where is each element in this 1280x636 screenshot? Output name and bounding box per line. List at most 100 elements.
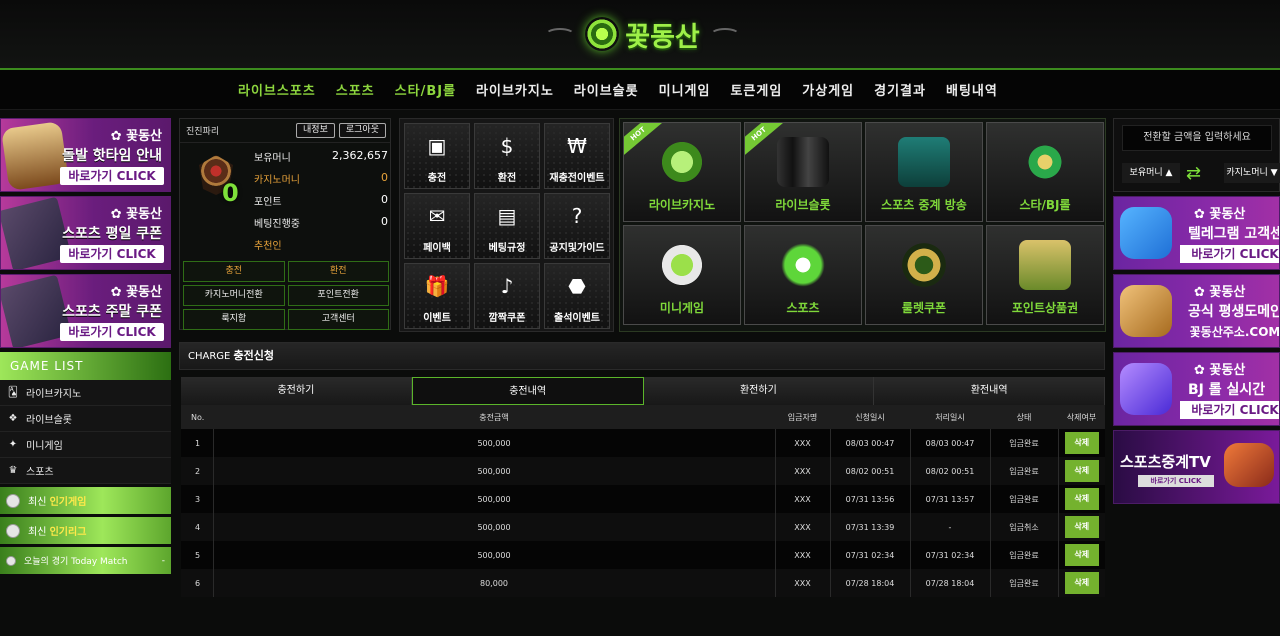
table-cell: 입금완료 <box>989 429 1058 457</box>
left-banner[interactable]: ✿ 꽃동산 스포츠 주말 쿠폰 바로가기 CLICK <box>0 274 171 348</box>
game-tile[interactable]: 룰렛쿠폰 <box>865 225 983 325</box>
hourglass-icon <box>1 121 70 191</box>
game-tile[interactable]: 스포츠 <box>744 225 862 325</box>
account-row-label: 베팅진행중 <box>254 219 300 230</box>
site-header: 꽃동산 <box>0 0 1280 70</box>
menu-tile[interactable]: 🎁 이벤트 <box>404 263 470 329</box>
left-banner[interactable]: ✿ 꽃동산 스포츠 평일 쿠폰 바로가기 CLICK <box>0 196 171 270</box>
delete-button[interactable]: 삭제 <box>1064 432 1099 454</box>
banner-title: 스포츠중계TV <box>1120 453 1211 471</box>
account-action-button[interactable]: 고객센터 <box>287 309 389 330</box>
table-row: 1 500,000 XXX 08/03 00:47 08/03 00:47 입금완료 삭제 <box>181 429 1105 457</box>
game-tile[interactable]: 포인트상품권 <box>986 225 1104 325</box>
account-action-button[interactable]: 포인트전환 <box>287 285 389 306</box>
game-tile[interactable]: HOT 라이브카지노 <box>623 122 741 222</box>
menu-tile-label: 환전 <box>497 173 517 184</box>
table-cell: 삭제 <box>1057 457 1105 485</box>
menu-tile-label: 이벤트 <box>423 313 451 324</box>
right-banner[interactable]: 스포츠중계TV 바로가기 CLICK <box>1113 430 1280 504</box>
my-info-button[interactable]: 내정보 <box>296 123 335 138</box>
money-converter: 전환할 금액을 입력하세요 보유머니 ▲ ⇄ 카지노머니 ▼ <box>1113 118 1280 192</box>
nav-item[interactable]: 라이브스포츠 <box>228 80 326 99</box>
game-list-item[interactable]: ❖ 라이브슬롯 <box>0 406 171 432</box>
account-action-button[interactable]: 환전 <box>287 261 389 282</box>
tab-4[interactable]: 환전내역 <box>874 377 1105 405</box>
menu-tile[interactable]: ? 공지및가이드 <box>544 193 610 259</box>
from-wallet-select[interactable]: 보유머니 ▲ <box>1122 163 1180 183</box>
banner-title: 공식 평생도메인 <box>1188 304 1280 320</box>
gift-icon: 🎁 <box>424 274 450 298</box>
right-banner[interactable]: ✿ 꽃동산 BJ 롤 실시간 바로가기 CLICK <box>1113 352 1280 426</box>
banner-title: 텔레그램 고객센터 <box>1188 226 1279 242</box>
banner-cta: 바로가기 CLICK <box>60 323 164 341</box>
account-action-button[interactable]: 충전 <box>183 261 285 282</box>
site-logo[interactable]: 꽃동산 <box>545 8 740 60</box>
nav-item[interactable]: 경기결과 <box>864 80 936 99</box>
nav-item[interactable]: 라이브슬롯 <box>564 80 649 99</box>
table-cell: 07/31 13:39 <box>829 513 910 541</box>
menu-tile[interactable]: ₩ 재충전이벤트 <box>544 123 610 189</box>
table-cell: 삭제 <box>1057 485 1105 513</box>
tab-1[interactable]: 충전하기 <box>181 377 412 405</box>
menu-tile-label: 출석이벤트 <box>554 313 600 324</box>
delete-button[interactable]: 삭제 <box>1064 572 1099 594</box>
menu-tile[interactable]: ♪ 깜짝쿠폰 <box>474 263 540 329</box>
right-banner[interactable]: ✿ 꽃동산 공식 평생도메인 꽃동산주소.COM <box>1113 274 1280 348</box>
game-list-item[interactable]: 🂡 라이브카지노 <box>0 380 171 406</box>
menu-tile[interactable]: ✉ 페이백 <box>404 193 470 259</box>
roulette-icon <box>898 240 950 290</box>
table-cell: 입금완료 <box>989 457 1058 485</box>
charge-history-table: No. 충전금액 입금자명 신청일시 처리일시 상태 삭제여부 1 500,000 XXX 08/… <box>181 405 1105 597</box>
convert-amount-input[interactable]: 전환할 금액을 입력하세요 <box>1122 125 1272 151</box>
to-wallet-select[interactable]: 카지노머니 ▼ <box>1224 163 1280 183</box>
menu-tile[interactable]: ▣ 충전 <box>404 123 470 189</box>
nav-item[interactable]: 토큰게임 <box>720 80 792 99</box>
delete-button[interactable]: 삭제 <box>1064 460 1099 482</box>
nav-item[interactable]: 스타/BJ롤 <box>385 80 466 99</box>
ball-icon <box>6 555 16 566</box>
nav-item[interactable]: 스포츠 <box>326 80 385 99</box>
account-row-value: 0 <box>381 193 388 206</box>
right-sidebar: 전환할 금액을 입력하세요 보유머니 ▲ ⇄ 카지노머니 ▼ ✿ 꽃동산 텔레그램… <box>1113 118 1280 504</box>
game-tile[interactable]: 스타/BJ롤 <box>986 122 1104 222</box>
nav-item[interactable]: 라이브카지노 <box>466 80 564 99</box>
right-banner[interactable]: ✿ 꽃동산텔레그램 고객센터바로가기 CLICK <box>1113 196 1280 270</box>
nav-item[interactable]: 가상게임 <box>792 80 864 99</box>
account-row-label: 추천인 <box>254 241 282 252</box>
table-cell: 08/03 00:47 <box>909 429 990 457</box>
game-tile[interactable]: HOT 라이브슬롯 <box>744 122 862 222</box>
game-list-item[interactable]: ♛ 스포츠 <box>0 458 171 484</box>
logout-button[interactable]: 로그아웃 <box>338 123 386 138</box>
table-row: 3 500,000 XXX 07/31 13:56 07/31 13:57 입금완료 삭제 <box>181 485 1105 513</box>
account-action-button[interactable]: 카지노머니전환 <box>183 285 285 306</box>
table-cell: 07/31 02:34 <box>909 541 990 569</box>
account-row-label: 카지노머니 <box>254 175 300 186</box>
delete-button[interactable]: 삭제 <box>1064 544 1099 566</box>
today-match-button[interactable]: 오늘의 경기 Today Match - <box>0 547 171 574</box>
menu-tile[interactable]: ▤ 베팅규정 <box>474 193 540 259</box>
game-list-item[interactable]: ✦ 미니게임 <box>0 432 171 458</box>
delete-button[interactable]: 삭제 <box>1064 488 1099 510</box>
nav-item[interactable]: 미니게임 <box>649 80 721 99</box>
tab-2[interactable]: 충전내역 <box>411 377 644 405</box>
tab-3[interactable]: 환전하기 <box>643 377 875 405</box>
game-tile[interactable]: 미니게임 <box>623 225 741 325</box>
menu-tile[interactable]: ⬣ 출석이벤트 <box>544 263 610 329</box>
delete-button[interactable]: 삭제 <box>1064 516 1099 538</box>
game-grid: HOT 라이브카지노 HOT 라이브슬롯 스포츠 중계 방송 스타/BJ롤미니게임 스포츠 룰… <box>619 118 1106 332</box>
menu-tile-label: 재충전이벤트 <box>549 173 605 184</box>
ball-icon <box>6 523 20 538</box>
table-cell: 삭제 <box>1057 513 1105 541</box>
account-action-button[interactable]: 룩지함 <box>183 309 285 330</box>
swap-arrows-icon[interactable]: ⇄ <box>1186 163 1201 184</box>
menu-tile[interactable]: $ 환전 <box>474 123 540 189</box>
table-header: 입금자명 <box>775 405 830 429</box>
popular-games-button[interactable]: 최신 인기게임 <box>0 487 171 514</box>
menu-tile-label: 깜짝쿠폰 <box>488 313 526 324</box>
left-banner[interactable]: ✿ 꽃동산 돌발 핫타임 안내 바로가기 CLICK <box>0 118 171 192</box>
popular-leagues-button[interactable]: 최신 인기리그 <box>0 517 171 544</box>
table-row: 2 500,000 XXX 08/02 00:51 08/02 00:51 입금완료 삭제 <box>181 457 1105 485</box>
nav-item[interactable]: 배팅내역 <box>936 80 1008 99</box>
game-tile[interactable]: 스포츠 중계 방송 <box>865 122 983 222</box>
lottery-balls-icon <box>656 240 708 290</box>
